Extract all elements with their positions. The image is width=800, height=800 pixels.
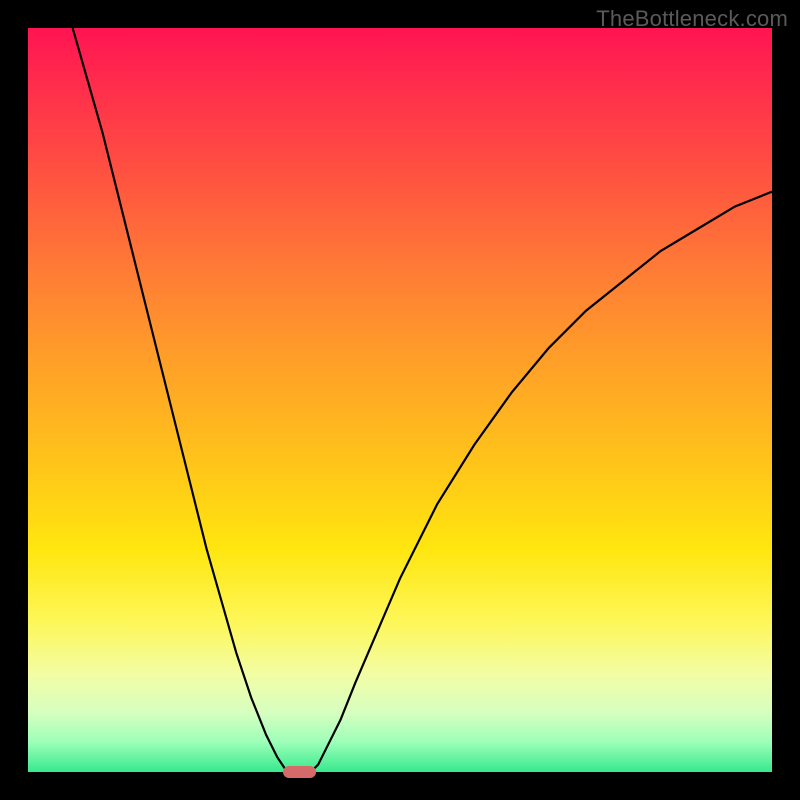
curve-layer xyxy=(28,28,772,772)
right-curve xyxy=(311,192,772,772)
left-curve xyxy=(73,28,289,772)
bottleneck-marker xyxy=(283,766,316,778)
plot-area xyxy=(28,28,772,772)
watermark-text: TheBottleneck.com xyxy=(596,6,788,32)
